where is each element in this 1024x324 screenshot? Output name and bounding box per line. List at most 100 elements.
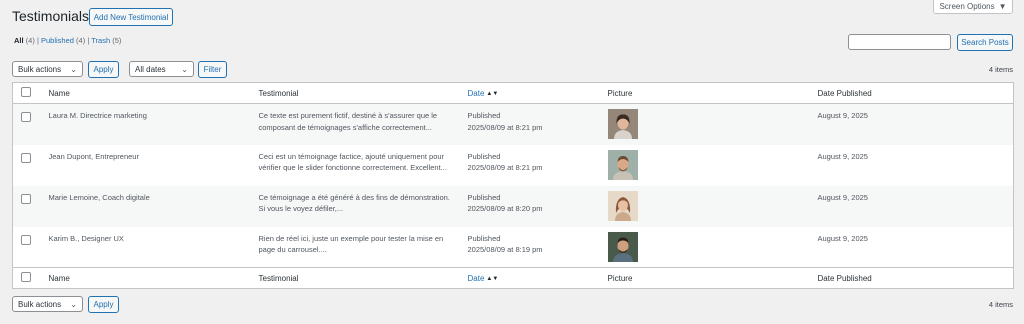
sort-arrows-icon: ▲▼ (486, 275, 499, 282)
row-select-cell (13, 145, 39, 186)
table-row: Marie Lemoine, Coach digitale Ce témoign… (12, 185, 1014, 227)
row-datetime: 2025/08/09 at 8:21 pm (467, 163, 543, 172)
apply-button-bottom[interactable]: Apply (88, 296, 119, 313)
row-date-published: August 9, 2025 (817, 151, 868, 161)
row-status: Published (467, 151, 501, 161)
table-row: Karim B., Designer UX Rien de réel ici, … (13, 227, 1014, 268)
items-count-top: 4 items (988, 65, 1013, 74)
row-select-cell (13, 227, 39, 268)
date-filter-select[interactable]: All dates ⌄ (129, 61, 194, 77)
search-input[interactable] (848, 34, 951, 50)
row-status: Published (467, 233, 501, 243)
select-all-checkbox[interactable] (21, 87, 31, 97)
row-datetime: 2025/08/09 at 8:21 pm (467, 122, 543, 132)
column-footer-date-published: Date Published (807, 267, 1014, 289)
caret-down-icon: ▼ (998, 2, 1007, 11)
testimonials-table: Name Testimonial Date ▲▼ Picture Date Pub… (12, 82, 1014, 289)
row-datetime: 2025/08/09 at 8:20 pm (467, 204, 543, 213)
row-testimonial: Rien de réel ici, juste un exemple pour … (249, 227, 458, 268)
row-name[interactable]: Jean Dupont, Entrepreneur (39, 145, 249, 186)
testimonial-line: Ce texte est purement fictif, destiné à … (258, 111, 438, 120)
row-picture (597, 103, 808, 145)
row-date: Published 2025/08/09 at 8:20 pm (457, 185, 598, 227)
testimonial-line: composant de témoignages s'affiche corre… (258, 122, 432, 132)
chevron-down-icon: ⌄ (181, 64, 188, 74)
sort-arrows-icon: ▲▼ (486, 90, 499, 97)
date-sort-link[interactable]: Date (468, 274, 485, 283)
column-footer-picture: Picture (597, 267, 808, 289)
column-header-date-published: Date Published (807, 82, 1014, 104)
view-all-link[interactable]: All (14, 36, 24, 45)
row-checkbox[interactable] (21, 234, 31, 245)
view-all-count: (4) (25, 36, 35, 45)
row-testimonial: Ce témoignage a été généré à des fins de… (248, 185, 458, 227)
row-picture (598, 227, 808, 268)
row-status: Published (467, 111, 501, 120)
column-footer-date[interactable]: Date ▲▼ (457, 267, 598, 289)
bulk-actions-value: Bulk actions (18, 299, 62, 309)
column-footer-testimonial: Testimonial (248, 267, 458, 289)
avatar-thumbnail (607, 190, 638, 221)
testimonial-line: Ce témoignage a été généré à des fins de… (258, 192, 450, 202)
screen-options-button[interactable]: Screen Options ▼ (933, 0, 1013, 14)
row-select-cell (12, 185, 39, 227)
bulk-actions-select-bottom[interactable]: Bulk actions ⌄ (12, 296, 83, 312)
testimonial-line: Si vous le voyez défiler,... (258, 204, 344, 213)
column-header-testimonial: Testimonial (248, 82, 458, 104)
row-checkbox[interactable] (21, 112, 31, 122)
date-filter-value: All dates (135, 64, 166, 74)
view-published-count: (4) (76, 36, 86, 45)
row-name[interactable]: Marie Lemoine, Coach digitale (38, 185, 249, 227)
view-published-link[interactable]: Published (41, 36, 74, 45)
row-select-cell (12, 103, 39, 145)
testimonial-line: page du carrousel.... (258, 245, 327, 254)
row-name[interactable]: Karim B., Designer UX (39, 227, 249, 268)
row-date: Published 2025/08/09 at 8:21 pm (458, 145, 598, 186)
column-header-date[interactable]: Date ▲▼ (457, 82, 598, 104)
table-footer-row: Name Testimonial Date ▲▼ Picture Date Pub… (12, 267, 1014, 289)
row-date-published: August 9, 2025 (807, 103, 1014, 145)
row-datetime: 2025/08/09 at 8:19 pm (467, 245, 543, 254)
row-testimonial: Ce texte est purement fictif, destiné à … (248, 103, 458, 145)
view-trash-link[interactable]: Trash (91, 36, 110, 45)
avatar-thumbnail (607, 231, 638, 262)
add-new-testimonial-button[interactable]: Add New Testimonial (89, 8, 173, 26)
chevron-down-icon: ⌄ (70, 299, 77, 309)
chevron-down-icon: ⌄ (70, 64, 77, 74)
table-row: Jean Dupont, Entrepreneur Ceci est un té… (13, 145, 1014, 186)
column-header-name: Name (38, 82, 249, 104)
row-testimonial: Ceci est un témoignage factice, ajouté u… (249, 145, 458, 186)
row-checkbox[interactable] (21, 152, 31, 163)
search-posts-button[interactable]: Search Posts (957, 34, 1013, 51)
view-separator: | (36, 36, 39, 45)
page-title: Testimonials (12, 8, 90, 24)
select-all-cell (12, 267, 39, 289)
table-header-row: Name Testimonial Date ▲▼ Picture Date Pub… (12, 82, 1014, 104)
apply-button-top[interactable]: Apply (88, 61, 119, 78)
row-date: Published 2025/08/09 at 8:21 pm (457, 103, 598, 145)
row-name[interactable]: Laura M. Directrice marketing (38, 103, 249, 145)
select-all-cell (12, 82, 39, 104)
date-sort-link[interactable]: Date (468, 89, 485, 98)
screen-options-label: Screen Options (939, 2, 995, 11)
items-count-bottom: 4 items (988, 300, 1013, 309)
row-date: Published 2025/08/09 at 8:19 pm (458, 227, 598, 268)
select-all-checkbox[interactable] (21, 272, 31, 282)
table-row: Laura M. Directrice marketing Ce texte e… (12, 103, 1014, 145)
column-footer-name: Name (38, 267, 249, 289)
view-separator: | (87, 36, 90, 45)
row-date-published: August 9, 2025 (817, 233, 868, 243)
bulk-actions-value: Bulk actions (18, 64, 62, 74)
bulk-actions-select-top[interactable]: Bulk actions ⌄ (12, 61, 83, 77)
avatar-thumbnail (607, 109, 638, 139)
row-picture (598, 145, 808, 186)
testimonial-line: Rien de réel ici, juste un exemple pour … (258, 233, 444, 243)
row-picture (597, 185, 808, 227)
row-status: Published (467, 192, 501, 202)
avatar-thumbnail (607, 149, 638, 180)
testimonial-line: Ceci est un témoignage factice, ajouté u… (258, 151, 445, 161)
row-date-published: August 9, 2025 (807, 185, 1014, 227)
testimonial-line: vérifier que le slider fonctionne correc… (258, 163, 447, 172)
row-checkbox[interactable] (21, 193, 31, 204)
filter-button[interactable]: Filter (198, 61, 227, 78)
